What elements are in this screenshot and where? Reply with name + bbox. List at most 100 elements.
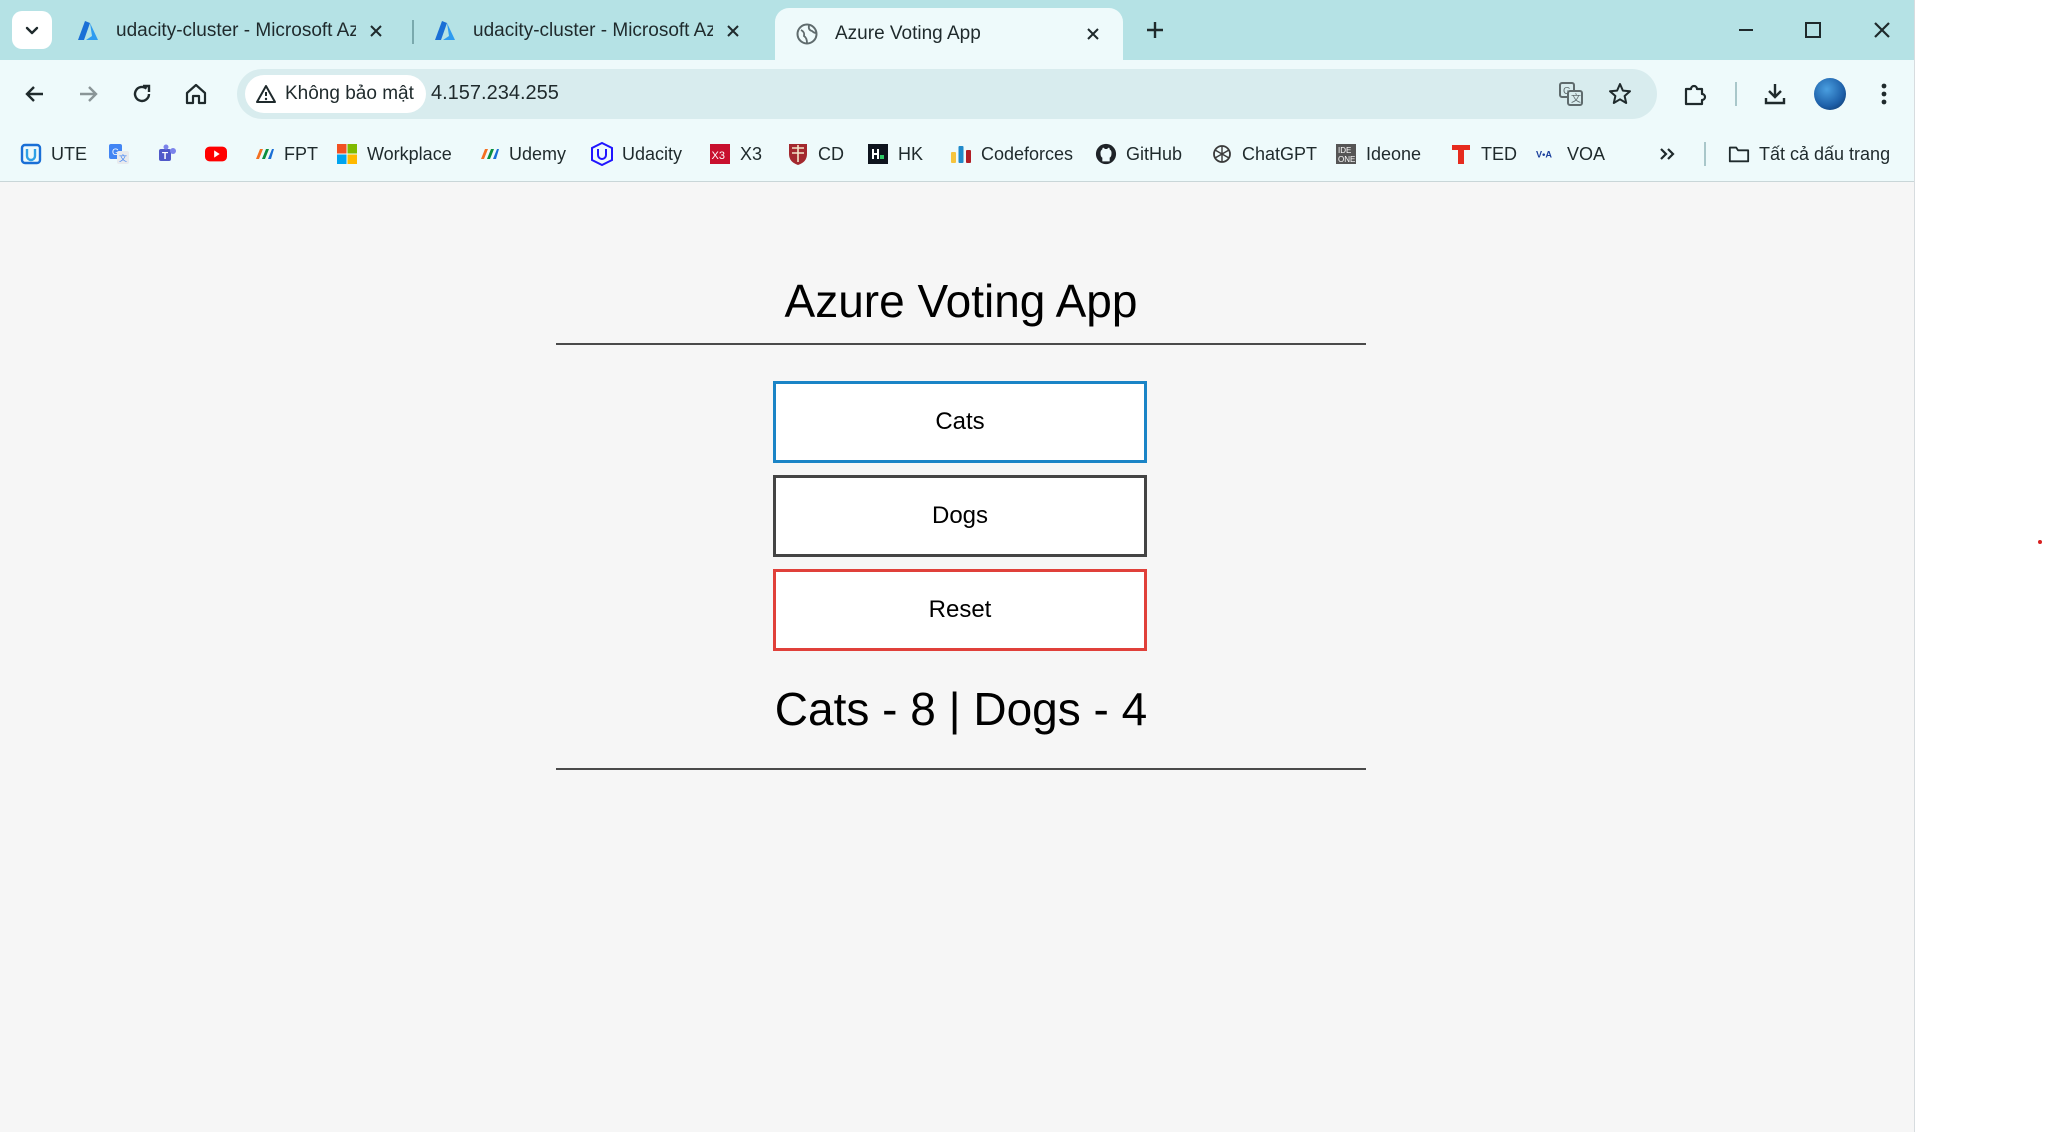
page-content: Azure Voting App Cats Dogs Reset Cats - …: [0, 182, 1914, 1132]
browser-toolbar: Không bảo mật 4.157.234.255 G文: [0, 60, 1914, 128]
reload-button[interactable]: [124, 76, 160, 112]
voa-icon: V•A: [1536, 143, 1558, 165]
chevron-down-icon: [25, 26, 39, 35]
minimize-button[interactable]: [1730, 14, 1762, 46]
bookmark-chatgpt[interactable]: ChatGPT: [1211, 138, 1317, 170]
bookmark-label: ChatGPT: [1242, 143, 1318, 164]
maximize-icon: [1805, 22, 1821, 38]
arrow-left-icon: [25, 86, 43, 102]
close-window-button[interactable]: [1866, 14, 1898, 46]
title-divider: [556, 343, 1366, 345]
home-icon: [185, 83, 207, 105]
globe-icon: [796, 23, 818, 45]
bookmark-label: FPT: [284, 143, 318, 164]
bookmark-voa[interactable]: V•A VOA: [1536, 138, 1605, 170]
address-bar[interactable]: Không bảo mật 4.157.234.255 G文: [237, 69, 1657, 119]
udacity-icon: [591, 142, 613, 166]
chatgpt-icon: [1211, 143, 1233, 165]
new-tab-button[interactable]: [1141, 16, 1169, 44]
dogs-label: Dogs: [973, 683, 1081, 735]
menu-button[interactable]: [1866, 76, 1902, 112]
bookmarks-divider: [1704, 142, 1706, 166]
google-translate-icon: G文: [108, 143, 130, 165]
bookmarks-bar: UTE G文 T FPT Workplace Udemy Udacity X3: [0, 128, 1914, 182]
ted-icon: [1450, 143, 1472, 165]
bookmark-label: X3: [740, 143, 763, 164]
microsoft-icon: [336, 143, 358, 165]
reset-button[interactable]: Reset: [773, 569, 1147, 651]
bookmark-label: Tất cả dấu trang: [1759, 143, 1891, 164]
bookmark-x3[interactable]: X3 X3: [709, 138, 762, 170]
home-button[interactable]: [178, 76, 214, 112]
bookmark-cd[interactable]: CD: [787, 138, 844, 170]
tab-title: Azure Voting App: [835, 23, 981, 44]
vote-results: Cats - 8 | Dogs - 4: [774, 683, 1148, 735]
bookmark-label: Workplace: [367, 143, 452, 164]
tab-udacity-cluster-1[interactable]: udacity-cluster - Microsoft Azure: [56, 8, 406, 54]
tab-azure-voting-app[interactable]: Azure Voting App: [775, 8, 1123, 60]
downloads-button[interactable]: [1757, 76, 1793, 112]
url-text[interactable]: 4.157.234.255: [431, 82, 559, 105]
all-bookmarks-button[interactable]: Tất cả dấu trang: [1728, 138, 1890, 170]
x3-icon: X3: [709, 143, 731, 165]
bookmark-label: UTE: [51, 143, 87, 164]
extensions-button[interactable]: [1677, 76, 1713, 112]
bookmark-ute[interactable]: UTE: [20, 138, 87, 170]
bookmark-label: GitHub: [1126, 143, 1183, 164]
bookmark-hk[interactable]: HK: [867, 138, 923, 170]
folder-icon: [1728, 143, 1750, 165]
bookmark-teams[interactable]: T: [156, 138, 187, 170]
profile-avatar[interactable]: [1814, 78, 1846, 110]
bookmark-github[interactable]: GitHub: [1095, 138, 1182, 170]
google-translate-icon: G文: [1559, 82, 1583, 106]
fpt-icon: [478, 143, 500, 165]
puzzle-icon: [1684, 84, 1707, 106]
bookmark-label: VOA: [1567, 143, 1606, 164]
bookmark-label: TED: [1481, 143, 1517, 164]
app-title: Azure Voting App: [784, 275, 1138, 327]
cats-vote-button[interactable]: Cats: [773, 381, 1147, 463]
svg-text:文: 文: [1571, 92, 1581, 105]
azure-icon: [78, 21, 98, 40]
forward-button[interactable]: [70, 76, 106, 112]
red-dot-marker: [2038, 540, 2042, 544]
dogs-vote-button[interactable]: Dogs: [773, 475, 1147, 557]
tab-title: udacity-cluster - Microsoft Azure: [116, 20, 356, 41]
bookmark-fpt[interactable]: FPT: [253, 138, 318, 170]
bookmark-youtube[interactable]: [205, 138, 236, 170]
bookmark-star-button[interactable]: [1605, 79, 1635, 109]
tab-search-button[interactable]: [12, 11, 52, 49]
close-icon[interactable]: [364, 19, 388, 43]
security-label: Không bảo mật: [285, 83, 414, 104]
svg-text:T: T: [162, 151, 168, 162]
tab-title: udacity-cluster - Microsoft Azure: [473, 20, 713, 41]
close-icon[interactable]: [1081, 22, 1105, 46]
minimize-icon: [1739, 29, 1753, 31]
bookmark-label: Udemy: [509, 143, 567, 164]
bookmark-google-translate[interactable]: G文: [108, 138, 139, 170]
hackerrank-icon: [867, 143, 889, 165]
maximize-button[interactable]: [1797, 14, 1829, 46]
results-divider: [556, 768, 1366, 770]
ideone-icon: IDE ONE: [1335, 143, 1357, 165]
translate-button[interactable]: G文: [1556, 79, 1586, 109]
security-indicator[interactable]: Không bảo mật: [245, 75, 426, 113]
close-icon[interactable]: [721, 19, 745, 43]
back-button[interactable]: [17, 76, 53, 112]
tab-udacity-cluster-2[interactable]: udacity-cluster - Microsoft Azure: [413, 8, 763, 54]
fpt-icon: [253, 143, 275, 165]
cats-label: Cats: [774, 683, 870, 735]
more-bookmarks-button[interactable]: [1656, 138, 1687, 170]
toolbar-divider: [1735, 82, 1737, 106]
download-icon: [1764, 84, 1786, 105]
bookmark-ideone[interactable]: IDE ONE Ideone: [1335, 138, 1421, 170]
bookmark-udemy[interactable]: Udemy: [478, 138, 566, 170]
bookmark-ted[interactable]: TED: [1450, 138, 1517, 170]
bookmark-workplace[interactable]: Workplace: [336, 138, 452, 170]
bookmark-codeforces[interactable]: Codeforces: [950, 138, 1073, 170]
reload-icon: [133, 84, 151, 103]
star-icon: [1609, 83, 1631, 104]
cats-vote-count: 8: [910, 683, 936, 735]
bookmark-udacity[interactable]: Udacity: [591, 138, 682, 170]
cambridge-icon: [787, 143, 809, 165]
